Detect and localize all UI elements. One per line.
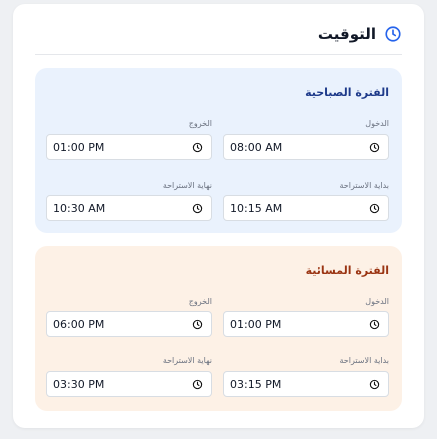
time-value: 10:15 AM: [230, 201, 283, 215]
clock-icon[interactable]: [192, 142, 203, 153]
clock-icon[interactable]: [369, 203, 380, 214]
morning-shift-panel: الفترة الصباحية الدخول الخروج 08:00 AM 0…: [35, 68, 402, 233]
morning-break-end-input[interactable]: 10:30 AM: [46, 195, 212, 221]
evening-shift-panel: الفترة المسائية الدخول الخروج 01:00 PM 0…: [35, 246, 402, 411]
timing-card: التوقيت الفترة الصباحية الدخول الخروج 08…: [13, 4, 424, 428]
check-in-label: الدخول: [365, 119, 389, 128]
section-header: التوقيت: [35, 20, 402, 55]
clock-icon[interactable]: [192, 319, 203, 330]
time-value: 10:30 AM: [53, 201, 106, 215]
evening-break-start-input[interactable]: 03:15 PM: [223, 371, 389, 397]
evening-break-end-input[interactable]: 03:30 PM: [46, 371, 212, 397]
morning-check-out-input[interactable]: 01:00 PM: [46, 134, 212, 160]
evening-check-in-input[interactable]: 01:00 PM: [223, 311, 389, 337]
check-in-label: الدخول: [365, 297, 389, 306]
clock-icon[interactable]: [192, 203, 203, 214]
clock-icon[interactable]: [369, 319, 380, 330]
morning-shift-title: الفترة الصباحية: [305, 86, 389, 99]
time-value: 03:15 PM: [230, 377, 282, 391]
evening-check-out-input[interactable]: 06:00 PM: [46, 311, 212, 337]
clock-icon: [385, 26, 401, 42]
clock-icon[interactable]: [192, 379, 203, 390]
check-out-label: الخروج: [188, 297, 212, 306]
morning-break-start-input[interactable]: 10:15 AM: [223, 195, 389, 221]
time-value: 01:00 PM: [230, 317, 282, 331]
break-end-label: نهاية الاستراحة: [162, 356, 212, 365]
time-value: 08:00 AM: [230, 140, 283, 154]
clock-icon[interactable]: [369, 142, 380, 153]
morning-check-in-input[interactable]: 08:00 AM: [223, 134, 389, 160]
time-value: 01:00 PM: [53, 140, 105, 154]
time-value: 06:00 PM: [53, 317, 105, 331]
clock-icon[interactable]: [369, 379, 380, 390]
check-out-label: الخروج: [188, 119, 212, 128]
break-start-label: بداية الاستراحة: [339, 181, 389, 190]
time-value: 03:30 PM: [53, 377, 105, 391]
break-end-label: نهاية الاستراحة: [162, 181, 212, 190]
section-title: التوقيت: [317, 25, 376, 43]
evening-shift-title: الفترة المسائية: [305, 264, 389, 277]
break-start-label: بداية الاستراحة: [339, 356, 389, 365]
